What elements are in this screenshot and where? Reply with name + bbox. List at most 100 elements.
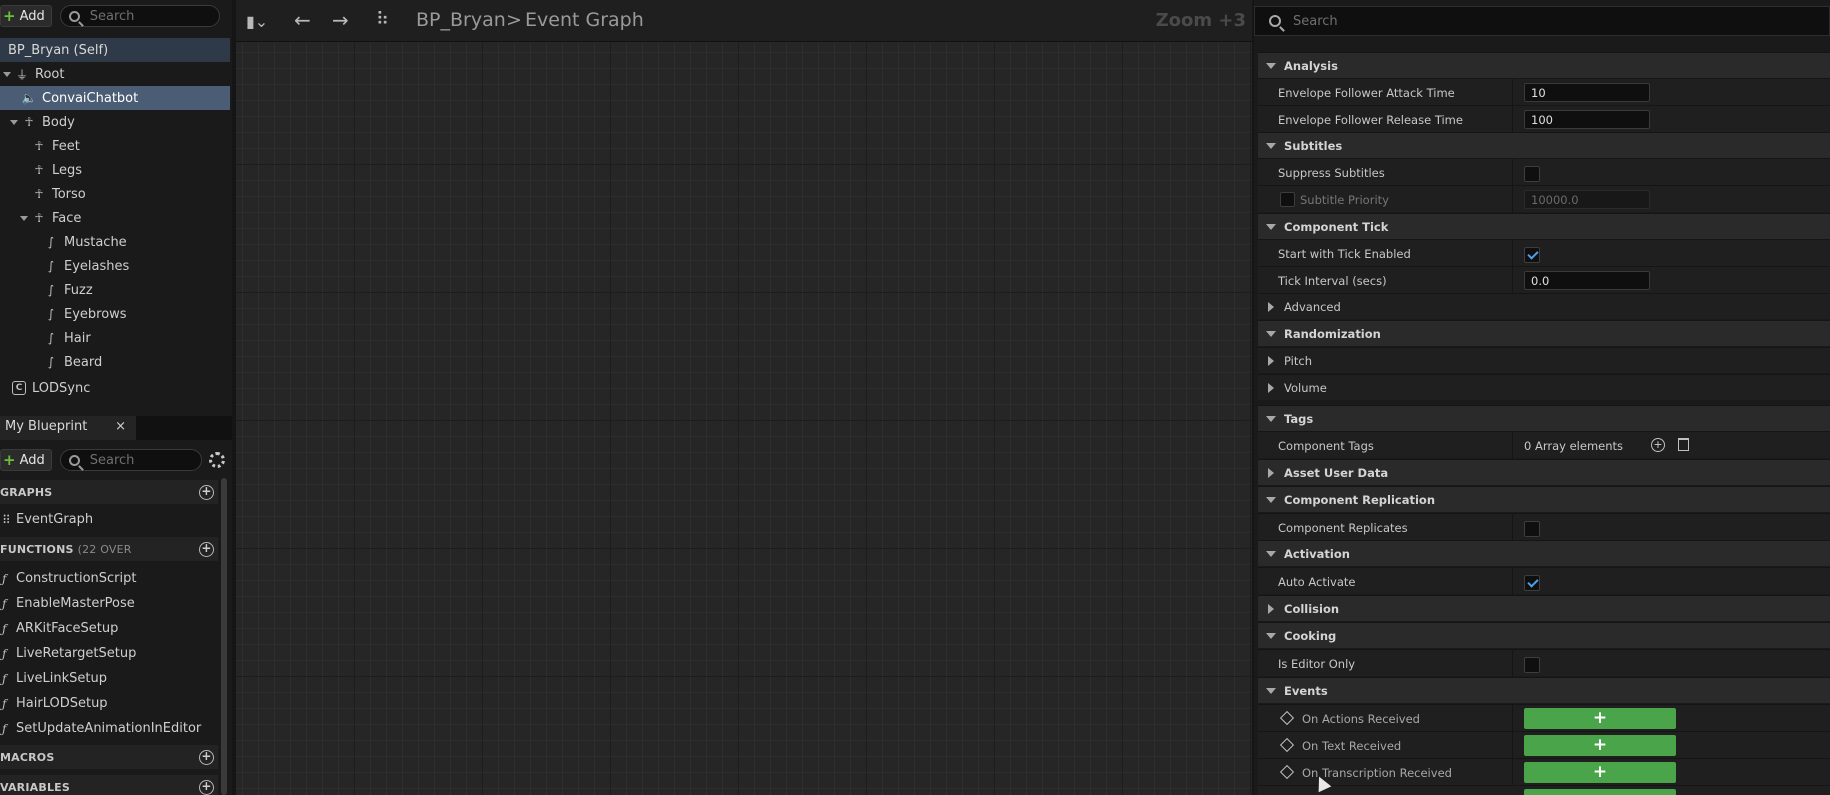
add-component-button[interactable]: + Add (0, 5, 52, 27)
component-beard[interactable]: ∫ Beard (0, 350, 230, 374)
component-label: Beard (64, 354, 103, 370)
back-button[interactable]: ← (294, 10, 311, 30)
skeleton-icon: ☥ (34, 163, 44, 177)
component-label: Feet (52, 138, 80, 154)
tab-my-blueprint[interactable]: My Blueprint × (0, 416, 136, 440)
is-editor-only-checkbox[interactable] (1524, 657, 1540, 673)
trash-icon[interactable] (1678, 438, 1689, 451)
breadcrumb-graph[interactable]: Event Graph (525, 9, 644, 31)
add-graph-icon[interactable]: + (199, 485, 214, 500)
tick-interval-field[interactable]: 0.0 (1524, 271, 1650, 290)
expand-arrow-icon[interactable] (20, 215, 28, 221)
expand-arrow-icon[interactable] (10, 119, 18, 125)
function-icon: ƒ (2, 671, 7, 686)
function-item[interactable]: ƒ SetUpdateAnimationInEditor (0, 716, 218, 741)
graph-item-eventgraph[interactable]: ⠿ EventGraph (0, 507, 218, 532)
component-self[interactable]: BP_Bryan (Self) (0, 38, 230, 62)
component-face[interactable]: ☥ Face (0, 206, 230, 230)
component-mustache[interactable]: ∫ Mustache (0, 230, 230, 254)
section-title: Events (1284, 683, 1328, 698)
section-analysis[interactable]: Analysis (1258, 52, 1830, 78)
components-search-input[interactable]: Search (59, 5, 220, 27)
section-asset-user-data[interactable]: Asset User Data (1258, 459, 1830, 485)
add-event-button[interactable]: + (1524, 762, 1676, 783)
forward-button[interactable]: → (332, 10, 349, 30)
component-convaichatbot[interactable]: 🔈 ConvaiChatbot (0, 86, 230, 110)
close-icon[interactable]: × (115, 419, 126, 434)
component-torso[interactable]: ☥ Torso (0, 182, 230, 206)
property-suppress-subtitles: Suppress Subtitles (1258, 158, 1830, 186)
section-randomization[interactable]: Randomization (1258, 320, 1830, 346)
section-component-tick[interactable]: Component Tick (1258, 213, 1830, 239)
add-variable-icon[interactable]: + (199, 780, 214, 795)
component-feet[interactable]: ☥ Feet (0, 134, 230, 158)
component-replicates-checkbox[interactable] (1524, 521, 1540, 537)
section-title: Randomization (1284, 326, 1381, 341)
expand-arrow-icon (1268, 355, 1274, 366)
add-event-button[interactable]: + (1524, 708, 1676, 729)
function-item[interactable]: ƒ ConstructionScript (0, 566, 218, 591)
section-tags[interactable]: Tags (1258, 405, 1830, 431)
graph-canvas[interactable] (236, 42, 1252, 795)
section-component-replication[interactable]: Component Replication (1258, 486, 1830, 512)
section-subtitles[interactable]: Subtitles (1258, 132, 1830, 158)
breadcrumb-blueprint[interactable]: BP_Bryan (416, 9, 506, 31)
component-eyebrows[interactable]: ∫ Eyebrows (0, 302, 230, 326)
function-item[interactable]: ƒ EnableMasterPose (0, 591, 218, 616)
component-label: Root (35, 66, 65, 82)
my-blueprint-search-input[interactable]: Search (59, 449, 202, 471)
auto-activate-checkbox[interactable] (1524, 575, 1540, 591)
add-event-button[interactable]: + (1524, 735, 1676, 756)
attack-time-field[interactable]: 10 (1524, 83, 1650, 102)
my-blueprint-tabbar: My Blueprint × (0, 416, 232, 440)
component-root[interactable]: ⏚ Root (0, 62, 230, 86)
subtitle-priority-override-checkbox[interactable] (1280, 192, 1295, 207)
variables-category[interactable]: VARIABLES + (0, 775, 218, 795)
function-item[interactable]: ƒ LiveLinkSetup (0, 666, 218, 691)
add-macro-icon[interactable]: + (199, 750, 214, 765)
graphs-category[interactable]: GRAPHS + (0, 480, 218, 504)
suppress-subtitles-checkbox[interactable] (1524, 166, 1540, 182)
add-event-button[interactable] (1524, 789, 1676, 795)
component-legs[interactable]: ☥ Legs (0, 158, 230, 182)
details-search-placeholder: Search (1293, 13, 1338, 29)
section-events[interactable]: Events (1258, 677, 1830, 703)
section-title: Component Replication (1284, 492, 1436, 507)
gear-icon[interactable] (209, 452, 225, 468)
section-volume[interactable]: Volume (1258, 374, 1830, 400)
property-tick-interval: Tick Interval (secs) 0.0 (1258, 266, 1830, 294)
section-cooking[interactable]: Cooking (1258, 622, 1830, 648)
section-advanced[interactable]: Advanced (1258, 293, 1830, 319)
section-pitch[interactable]: Pitch (1258, 347, 1830, 373)
components-search-placeholder: Search (89, 8, 135, 24)
section-collision[interactable]: Collision (1258, 595, 1830, 621)
skeleton-icon: ☥ (34, 187, 44, 201)
my-blueprint-scrollbar[interactable] (221, 478, 227, 795)
functions-category[interactable]: FUNCTIONS (22 OVER + (0, 537, 218, 561)
component-fuzz[interactable]: ∫ Fuzz (0, 278, 230, 302)
add-function-icon[interactable]: + (199, 542, 214, 557)
function-label: EnableMasterPose (16, 596, 135, 611)
function-item[interactable]: ƒ HairLODSetup (0, 691, 218, 716)
function-item[interactable]: ƒ LiveRetargetSetup (0, 641, 218, 666)
function-item[interactable]: ƒ ARKitFaceSetup (0, 616, 218, 641)
expand-arrow-icon[interactable] (3, 71, 11, 77)
function-label: LiveLinkSetup (16, 671, 108, 686)
bookmark-icon[interactable]: ▮⌄ (246, 12, 268, 32)
start-tick-checkbox[interactable] (1524, 247, 1540, 263)
blueprint-hierarchy-icon[interactable]: ⠷ (376, 10, 389, 30)
section-activation[interactable]: Activation (1258, 540, 1830, 566)
component-body[interactable]: ☥ Body (0, 110, 230, 134)
details-search-input[interactable]: Search (1254, 6, 1830, 36)
component-tags-value: 0 Array elements (1524, 439, 1624, 453)
macros-category[interactable]: MACROS + (0, 745, 218, 769)
plus-icon: + (3, 7, 16, 25)
component-eyelashes[interactable]: ∫ Eyelashes (0, 254, 230, 278)
component-lodsync[interactable]: C LODSync (0, 376, 230, 400)
add-blueprint-item-button[interactable]: + Add (0, 449, 52, 471)
function-icon: ƒ (2, 646, 7, 661)
add-element-icon[interactable]: + (1651, 438, 1665, 452)
release-time-field[interactable]: 100 (1524, 110, 1650, 129)
event-graph-panel: ▮⌄ ← → ⠷ BP_Bryan > Event Graph Zoom +3 (236, 0, 1252, 795)
component-hair[interactable]: ∫ Hair (0, 326, 230, 350)
